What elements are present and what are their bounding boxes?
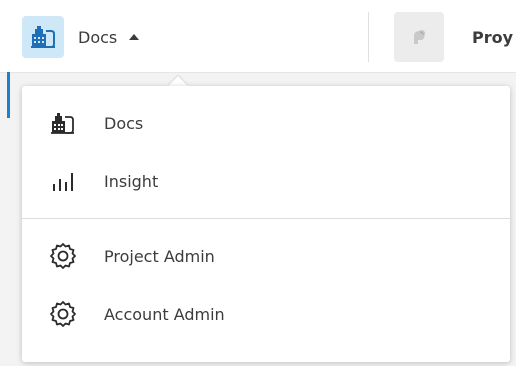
project-hand-icon (414, 30, 425, 44)
docs-building-icon (48, 108, 78, 138)
menu-item-project-admin[interactable]: Project Admin (22, 227, 510, 285)
insight-bars-icon (48, 166, 78, 196)
menu-item-label: Account Admin (104, 304, 225, 324)
top-bar: Docs Proy (0, 0, 516, 73)
menu-section-apps: Docs Insight (22, 86, 510, 218)
menu-section-admin: Project Admin Account Admin (22, 219, 510, 351)
current-app-label: Docs (78, 27, 118, 47)
project-label: Proy (472, 27, 514, 47)
app-switcher-dropdown: Docs Insight Project Admin Account Admin (22, 86, 510, 362)
menu-item-label: Project Admin (104, 246, 215, 266)
caret-up-icon (129, 34, 140, 40)
app-window: Docs Proy Docs Insight Project Admin Acc… (0, 0, 516, 366)
menu-item-docs[interactable]: Docs (22, 94, 510, 152)
header-divider (368, 12, 369, 62)
active-rail-indicator (7, 72, 10, 118)
project-switcher-button[interactable]: Proy (394, 12, 513, 62)
menu-item-insight[interactable]: Insight (22, 152, 510, 210)
menu-item-account-admin[interactable]: Account Admin (22, 285, 510, 343)
app-tile (22, 16, 64, 58)
app-switcher-button[interactable]: Docs (22, 15, 140, 59)
gear-icon (48, 299, 78, 329)
menu-item-label: Insight (104, 171, 159, 191)
project-tile (394, 12, 444, 62)
docs-building-icon (31, 26, 55, 48)
menu-item-label: Docs (104, 113, 144, 133)
gear-icon (48, 241, 78, 271)
